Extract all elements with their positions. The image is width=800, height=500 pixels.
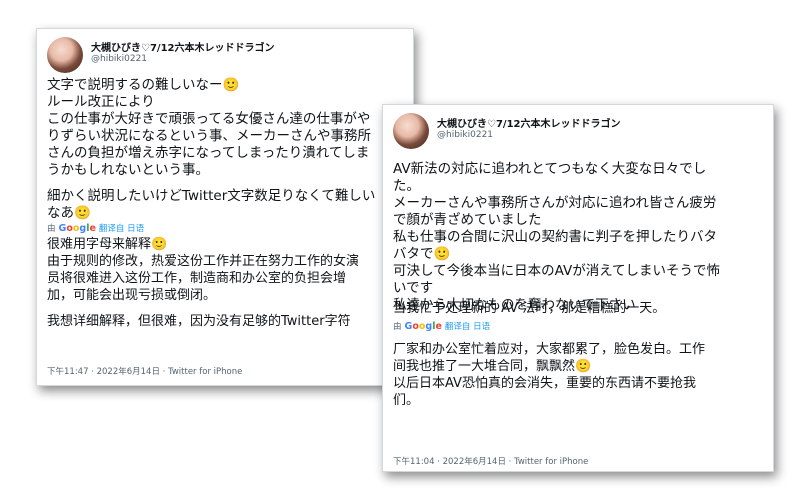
tweet-text-line: 私も仕事の合間に沢山の契約書に判子を押したりバタ [393,229,717,245]
username[interactable]: 大槻ひびき♡7/12六本木レッドドラゴン [437,115,621,130]
translation-by-label: 由 [393,322,402,332]
tweet-text-line: この仕事が大好きで頑張ってる女優さん達の仕事がや [47,111,371,127]
avatar[interactable] [393,113,429,149]
translation-text-line: 厂家和办公室忙着应对，大家都累了，脸色发白。工作 [393,342,706,357]
tweet-text-line: で顔が青ざめていました [393,212,542,228]
translation-text-line: 由于规则的修改，热爱这份工作并正在努力工作的女演 [47,254,360,269]
tweet-text-line: 文字で説明するの難しいなー🙂 [47,77,240,93]
user-handle[interactable]: @hibiki0221 [91,54,147,64]
tweet-timestamp[interactable]: 下午11:47 · 2022年6月14日 · Twitter for iPhon… [47,365,242,377]
tweet-text-line: AV新法の対応に追われとてつもなく大変な日々でし [393,161,707,177]
avatar[interactable] [47,37,83,73]
translation-text-line: 加，可能会出现亏损或倒闭。 [47,288,217,303]
translation-text-line: 当我忙于处理新的 AV 法时，那是糟糕的一天。 [393,301,666,316]
username[interactable]: 大槻ひびき♡7/12六本木レッドドラゴン [91,39,275,54]
tweet-body: 文字で説明するの難しいなー🙂 ルール改正により この仕事が大好きで頑張ってる女優… [47,77,413,330]
translated-from-link[interactable]: 翻译自 日语 [99,224,144,234]
tweet-header: 大槻ひびき♡7/12六本木レッドドラゴン @hibiki0221 [47,37,387,77]
tweet-timestamp[interactable]: 下午11:04 · 2022年6月14日 · Twitter for iPhon… [393,455,588,467]
tweet-text-line: なあ🙂 [47,205,91,221]
translation-text-line: 员将很难进入这份工作，制造商和办公室的负担会增 [47,271,347,286]
tweet-text-line: た。 [393,178,420,194]
tweet-card-1: 大槻ひびき♡7/12六本木レッドドラゴン @hibiki0221 文字で説明する… [36,28,414,386]
tweet-text-line: メーカーさんや事務所さんが対応に追われ皆さん疲労 [393,195,717,211]
tweet-text-line: 可決して今後本当に日本のAVが消えてしまいそうで怖 [393,263,721,279]
tweet-text-line: 細かく説明したいけどTwitter文字数足りなくて難しい [47,188,376,204]
tweet-text-line: ルール改正により [47,94,155,110]
translation-by-label: 由 [47,224,56,234]
google-logo: Google [404,321,442,332]
translation-attribution: 由 Google 翻译自 日语 [47,222,413,236]
translation-text-line: 以后日本AV恐怕真的会消失，重要的东西请不要抢我 [393,376,696,391]
translated-from-link[interactable]: 翻译自 日语 [445,322,490,332]
tweet-body: AV新法の対応に追われとてつもなく大変な日々でし た。 メーカーさんや事務所さん… [393,161,773,409]
translation-text-line: 我想详细解释，但很难，因为没有足够的Twitter字符 [47,314,351,329]
tweet-text-line: いです [393,280,434,296]
translation-text-line: 很难用字母来解释🙂 [47,237,168,252]
translation-text-line: 们。 [393,393,420,408]
user-handle[interactable]: @hibiki0221 [437,130,493,140]
translation-text-line: 间我也推了一大堆合同，飘飘然🙂 [393,359,592,374]
tweet-text-line: バタで🙂 [393,246,451,262]
google-logo: Google [58,223,96,234]
tweet-header: 大槻ひびき♡7/12六本木レッドドラゴン @hibiki0221 [393,113,733,153]
tweet-text-line: うかもしれないという事。 [47,162,209,178]
tweet-text-line: さんの負担が増え赤字になってしまったり潰れてしま [47,145,370,161]
tweet-card-2: 大槻ひびき♡7/12六本木レッドドラゴン @hibiki0221 AV新法の対応… [382,104,774,472]
tweet-text-line: りずらい状況になるという事、メーカーさんや事務所 [47,128,371,144]
